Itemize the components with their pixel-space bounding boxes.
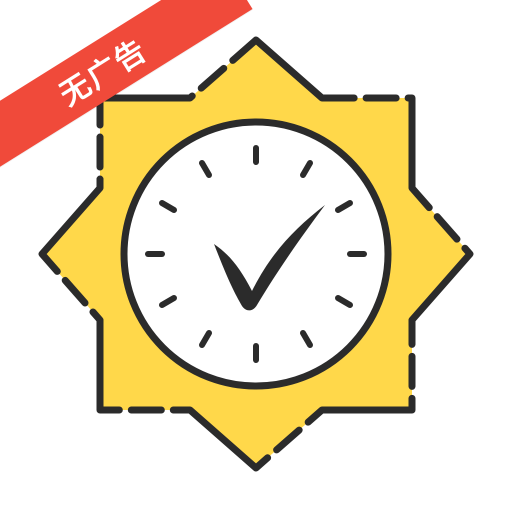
app-icon: 无广告 — [0, 0, 512, 512]
